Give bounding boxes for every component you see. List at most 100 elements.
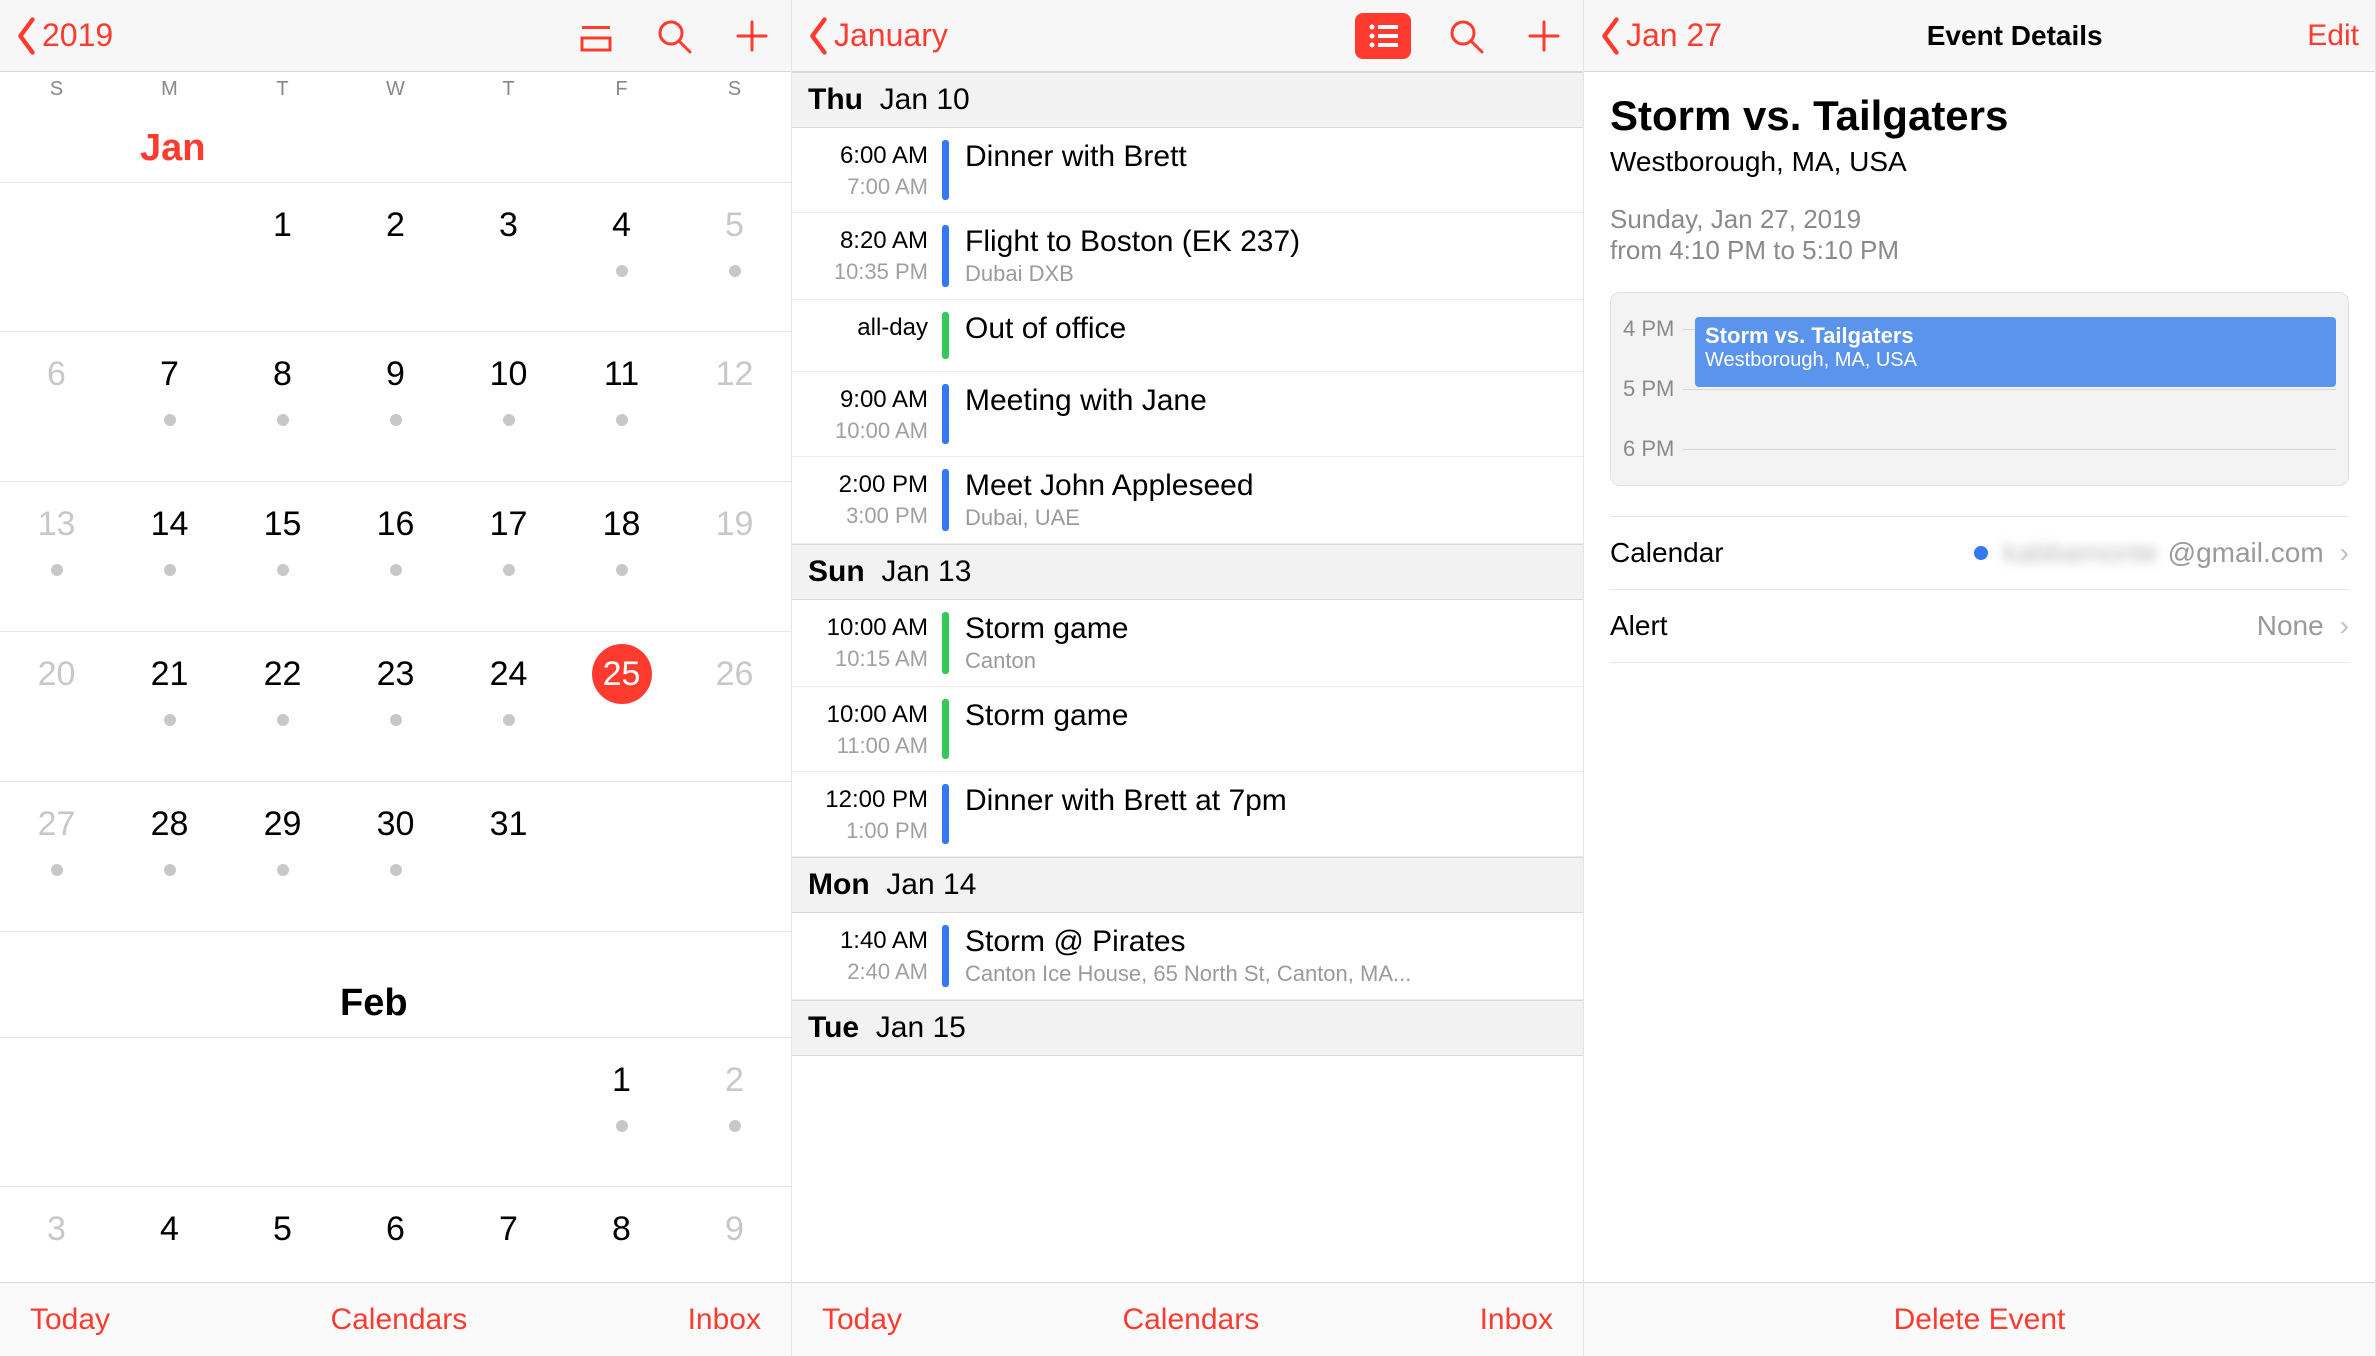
day-cell[interactable]: 7 <box>452 1187 565 1282</box>
event-row[interactable]: all-dayOut of office <box>792 300 1583 372</box>
day-cell[interactable]: 26 <box>678 632 791 781</box>
day-cell[interactable]: 27 <box>0 782 113 931</box>
detail-nav: Jan 27 Event Details Edit <box>1584 0 2375 72</box>
day-cell[interactable]: 9 <box>678 1187 791 1282</box>
edit-button[interactable]: Edit <box>2307 19 2359 53</box>
day-cell[interactable]: 20 <box>0 632 113 781</box>
calendars-button[interactable]: Calendars <box>330 1303 467 1337</box>
day-cell[interactable]: 19 <box>678 482 791 631</box>
day-cell[interactable]: 29 <box>226 782 339 931</box>
back-month-label: January <box>834 17 948 54</box>
day-number: 19 <box>705 494 765 554</box>
back-to-day-button[interactable]: Jan 27 <box>1600 17 1722 55</box>
event-list[interactable]: Thu Jan 106:00 AM7:00 AMDinner with Bret… <box>792 72 1583 1282</box>
day-cell[interactable]: 3 <box>452 183 565 331</box>
day-cell[interactable]: 1 <box>226 183 339 331</box>
day-number: 4 <box>140 1199 200 1259</box>
day-cell[interactable]: 7 <box>113 332 226 481</box>
event-row[interactable]: 1:40 AM2:40 AMStorm @ PiratesCanton Ice … <box>792 913 1583 1000</box>
event-row[interactable]: 8:20 AM10:35 PMFlight to Boston (EK 237)… <box>792 213 1583 300</box>
event-row[interactable]: 12:00 PM1:00 PMDinner with Brett at 7pm <box>792 772 1583 857</box>
day-cell[interactable]: 23 <box>339 632 452 781</box>
event-row[interactable]: 10:00 AM10:15 AMStorm gameCanton <box>792 600 1583 687</box>
day-cell[interactable]: 13 <box>0 482 113 631</box>
event-row[interactable]: 10:00 AM11:00 AMStorm game <box>792 687 1583 772</box>
event-row[interactable]: 2:00 PM3:00 PMMeet John AppleseedDubai, … <box>792 457 1583 544</box>
day-number: 18 <box>592 494 652 554</box>
day-cell[interactable]: 8 <box>565 1187 678 1282</box>
day-cell[interactable]: 21 <box>113 632 226 781</box>
add-event-icon[interactable] <box>1521 13 1567 59</box>
day-cell[interactable]: 3 <box>0 1187 113 1282</box>
event-time: 12:00 PM1:00 PM <box>792 784 942 844</box>
delete-event-button[interactable]: Delete Event <box>1894 1303 2066 1337</box>
week-row: 12 <box>0 1037 791 1187</box>
day-cell[interactable]: 12 <box>678 332 791 481</box>
event-dot-icon <box>51 864 63 876</box>
day-cell[interactable]: 14 <box>113 482 226 631</box>
day-cell[interactable]: 4 <box>565 183 678 331</box>
day-cell[interactable]: 11 <box>565 332 678 481</box>
timeline-hour: 5 PM <box>1623 376 1683 402</box>
day-number: 3 <box>479 195 539 255</box>
day-number: 30 <box>366 794 426 854</box>
day-cell[interactable]: 5 <box>226 1187 339 1282</box>
day-cell[interactable]: 4 <box>113 1187 226 1282</box>
event-row[interactable]: 6:00 AM7:00 AMDinner with Brett <box>792 128 1583 213</box>
day-number: 10 <box>479 344 539 404</box>
tabbar: Delete Event <box>1584 1282 2375 1356</box>
day-section-header: Thu Jan 10 <box>792 72 1583 128</box>
day-cell[interactable]: 17 <box>452 482 565 631</box>
back-to-year-button[interactable]: 2019 <box>16 17 113 55</box>
day-cell[interactable]: 2 <box>339 183 452 331</box>
day-cell[interactable]: 1 <box>565 1038 678 1186</box>
day-number: 31 <box>479 794 539 854</box>
add-event-icon[interactable] <box>729 13 775 59</box>
day-number: 7 <box>479 1199 539 1259</box>
back-to-month-button[interactable]: January <box>808 17 948 55</box>
day-number: 5 <box>253 1199 313 1259</box>
event-title: Storm game <box>965 699 1567 733</box>
day-number: 23 <box>366 644 426 704</box>
day-number: 22 <box>253 644 313 704</box>
today-button[interactable]: Today <box>822 1303 902 1337</box>
day-number: 1 <box>592 1050 652 1110</box>
week-row: 2021 22 23 242526 <box>0 632 791 782</box>
month-scroll[interactable]: Jan 123456789101112131415161718192021222… <box>0 107 791 1282</box>
day-cell[interactable]: 9 <box>339 332 452 481</box>
detail-body: Storm vs. Tailgaters Westborough, MA, US… <box>1584 72 2375 1282</box>
event-time: 10:00 AM10:15 AM <box>792 612 942 672</box>
day-number: 7 <box>140 344 200 404</box>
day-cell[interactable]: 25 <box>565 632 678 781</box>
calendar-row[interactable]: Calendar kabbamonte@gmail.com› <box>1610 516 2349 590</box>
inbox-button[interactable]: Inbox <box>1480 1303 1553 1337</box>
day-number: 16 <box>366 494 426 554</box>
day-cell[interactable]: 6 <box>0 332 113 481</box>
list-toggle-icon[interactable] <box>573 13 619 59</box>
day-cell[interactable]: 6 <box>339 1187 452 1282</box>
weekday-label: S <box>0 78 113 101</box>
day-cell[interactable]: 30 <box>339 782 452 931</box>
event-row[interactable]: 9:00 AM10:00 AMMeeting with Jane <box>792 372 1583 457</box>
day-cell[interactable]: 2 <box>678 1038 791 1186</box>
day-cell[interactable]: 16 <box>339 482 452 631</box>
alert-row[interactable]: Alert None› <box>1610 590 2349 663</box>
day-cell[interactable]: 28 <box>113 782 226 931</box>
day-cell[interactable]: 10 <box>452 332 565 481</box>
day-cell[interactable]: 31 <box>452 782 565 931</box>
day-cell[interactable]: 15 <box>226 482 339 631</box>
day-cell[interactable]: 5 <box>678 183 791 331</box>
today-button[interactable]: Today <box>30 1303 110 1337</box>
day-cell[interactable]: 18 <box>565 482 678 631</box>
search-icon[interactable] <box>651 13 697 59</box>
event-text: Storm game <box>965 699 1567 733</box>
calendar-color-bar <box>942 784 949 844</box>
calendars-button[interactable]: Calendars <box>1122 1303 1259 1337</box>
inbox-button[interactable]: Inbox <box>688 1303 761 1337</box>
day-section-header: Tue Jan 15 <box>792 1000 1583 1056</box>
day-cell[interactable]: 8 <box>226 332 339 481</box>
search-icon[interactable] <box>1443 13 1489 59</box>
day-cell[interactable]: 24 <box>452 632 565 781</box>
day-cell[interactable]: 22 <box>226 632 339 781</box>
list-toggle-active-icon[interactable] <box>1355 13 1411 59</box>
